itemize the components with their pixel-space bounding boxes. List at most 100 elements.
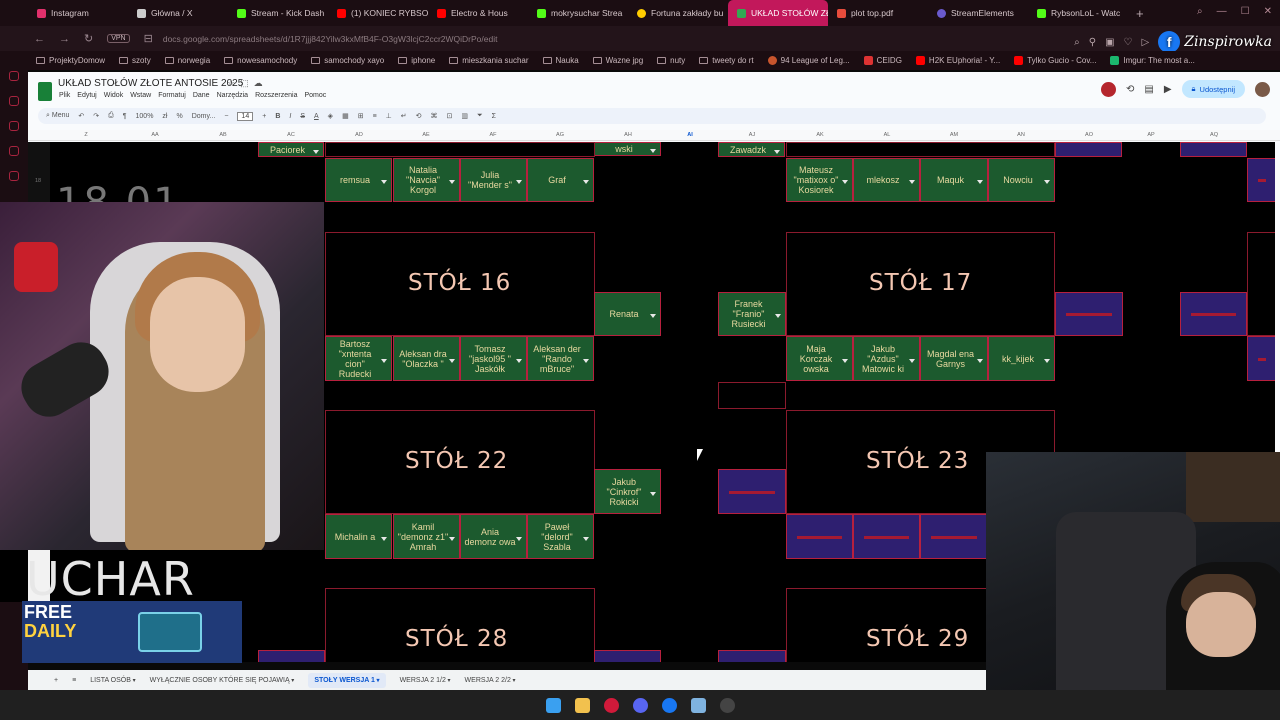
empty-seat[interactable] — [853, 514, 920, 559]
sidebar-app-icon[interactable] — [9, 71, 19, 81]
empty-seat[interactable] — [1055, 142, 1122, 157]
bookmark[interactable]: ProjektyDomow — [36, 56, 105, 65]
fill-color-icon[interactable]: ◈ — [328, 112, 333, 120]
browser-tab-active[interactable]: UKŁAD STOŁÓW ZŁOTE A — [728, 0, 828, 26]
vpn-badge[interactable]: VPN — [107, 34, 130, 43]
redo-icon[interactable]: ↷ — [93, 112, 99, 120]
browser-tab[interactable]: Fortuna zakłady bu — [628, 0, 728, 26]
menu-item[interactable]: Plik — [59, 92, 70, 99]
menu-item[interactable]: Rozszerzenia — [255, 92, 297, 99]
guest-cell[interactable]: Tomasz "jaskol95 " Jaskółk — [460, 336, 527, 381]
history-icon[interactable]: ⟲ — [1126, 84, 1134, 95]
browser-tab[interactable]: plot top.pdf — [828, 0, 928, 26]
bookmark[interactable]: Nauka — [542, 56, 579, 65]
guest-cell[interactable]: Magdal ena Garnys — [920, 336, 988, 381]
guest-cell[interactable]: remsua — [325, 158, 392, 202]
italic-icon[interactable]: I — [289, 113, 291, 120]
guest-cell[interactable]: Zawadzk — [718, 142, 785, 157]
avatar[interactable] — [1101, 81, 1116, 97]
column-header[interactable]: AJ — [749, 132, 755, 138]
new-tab-button[interactable]: + — [1128, 6, 1152, 21]
align-icon[interactable]: ≡ — [373, 113, 377, 120]
guest-cell[interactable]: Kamil "demonz z1" Amrah — [393, 514, 460, 559]
font-size-input[interactable]: 14 — [237, 111, 254, 121]
guest-cell[interactable]: Nowciu — [988, 158, 1055, 202]
comment-add-icon[interactable]: ⊡ — [447, 112, 453, 120]
guest-cell[interactable]: Natalia "Navcia" Korgol — [393, 158, 460, 202]
menu-item[interactable]: Widok — [104, 92, 123, 99]
snapshot-icon[interactable]: ▣ — [1105, 37, 1114, 48]
file-explorer-icon[interactable] — [574, 697, 590, 713]
browser-tab[interactable]: (1) KONIEC RYBSOI — [328, 0, 428, 26]
guest-cell[interactable]: Julia "Mender s" — [460, 158, 527, 202]
menu-item[interactable]: Pomoc — [305, 92, 327, 99]
chart-icon[interactable]: ▥ — [461, 112, 468, 120]
column-header[interactable]: AC — [287, 132, 295, 138]
empty-seat[interactable] — [920, 514, 988, 559]
user-avatar[interactable] — [1255, 81, 1270, 97]
font-select[interactable]: Domy... — [192, 113, 216, 120]
bookmark[interactable]: Wazne jpg — [592, 56, 643, 65]
browser-tab[interactable]: Instagram — [28, 0, 128, 26]
paint-format-icon[interactable]: ¶ — [123, 113, 127, 120]
menu-item[interactable]: Edytuj — [77, 92, 96, 99]
column-header[interactable]: AH — [624, 132, 632, 138]
search-tabs-icon[interactable]: ⌕ — [1197, 6, 1203, 17]
column-header[interactable]: AA — [151, 132, 158, 138]
cloud-icon[interactable]: ☁ — [254, 78, 268, 88]
column-header[interactable]: AN — [1017, 132, 1025, 138]
column-header[interactable]: AF — [489, 132, 496, 138]
bookmark[interactable]: samochody xayo — [311, 56, 384, 65]
sheet-tab[interactable]: WYŁĄCZNIE OSOBY KTÓRE SIĘ POJAWIĄ — [150, 677, 295, 684]
add-sheet-icon[interactable]: + — [54, 677, 58, 684]
column-header[interactable]: AM — [950, 132, 958, 138]
print-icon[interactable]: ⎙ — [108, 112, 114, 120]
guest-cell[interactable]: mlekosz — [853, 158, 920, 202]
zoom-icon[interactable]: ⌕ — [1074, 37, 1080, 48]
empty-seat[interactable] — [1247, 158, 1275, 202]
play-icon[interactable]: ▷ — [1142, 37, 1150, 48]
sidebar-app-icon[interactable] — [9, 121, 19, 131]
sheet-tab[interactable]: WERSJA 2 1/2 — [400, 677, 451, 684]
empty-seat[interactable] — [718, 650, 786, 662]
guest-cell[interactable]: Jakub "Cinkrof" Rokicki — [594, 469, 661, 514]
merge-icon[interactable]: ⊞ — [358, 112, 364, 120]
bookmark[interactable]: mieszkania suchar — [449, 56, 529, 65]
guest-cell[interactable]: Graf — [527, 158, 594, 202]
discord-icon[interactable] — [632, 697, 648, 713]
currency-icon[interactable]: zł — [162, 113, 167, 120]
font-size-increase-icon[interactable]: + — [262, 113, 266, 120]
guest-cell[interactable]: wski — [594, 142, 661, 156]
guest-cell[interactable]: Ania demonz owa — [460, 514, 527, 559]
browser-tab[interactable]: Electro & Hous — [428, 0, 528, 26]
guest-cell[interactable]: Jakub "Azdus" Matowic ki — [853, 336, 920, 381]
bookmark[interactable]: norwegia — [164, 56, 210, 65]
windows-start-icon[interactable] — [545, 697, 561, 713]
bookmark[interactable]: nowesamochody — [224, 56, 297, 65]
strikethrough-icon[interactable]: S — [300, 113, 305, 120]
guest-cell[interactable]: Paweł "delord" Szabla — [527, 514, 594, 559]
guest-cell[interactable]: Bartosz "xntenta cion" Rudecki — [325, 336, 392, 381]
column-header[interactable]: AD — [355, 132, 363, 138]
column-header[interactable]: AQ — [1210, 132, 1218, 138]
sheets-logo-icon[interactable] — [38, 82, 52, 101]
opera-icon[interactable] — [603, 697, 619, 713]
bookmark[interactable]: szoty — [119, 56, 151, 65]
sheet-tab[interactable]: WERSJA 2 2/2 — [465, 677, 516, 684]
browser-tab[interactable]: mokrysuchar Strea — [528, 0, 628, 26]
filter-icon[interactable]: ⏷ — [477, 112, 483, 120]
url-field[interactable]: docs.google.com/spreadsheets/d/1R7jjj842… — [163, 34, 498, 44]
bookmark[interactable]: iphone — [398, 56, 435, 65]
guest-cell[interactable]: Maja Korczak owska — [786, 336, 853, 381]
functions-icon[interactable]: Σ — [492, 113, 496, 120]
browser-tab[interactable]: RybsonLoL - Watc — [1028, 0, 1128, 26]
empty-seat[interactable] — [1247, 336, 1275, 381]
text-color-icon[interactable]: A — [314, 113, 319, 120]
bookmark[interactable]: Imgur: The most a... — [1110, 56, 1195, 65]
bookmark[interactable]: Tylko Gucio - Cov... — [1014, 56, 1096, 65]
site-info-icon[interactable]: ⊟ — [144, 32, 153, 45]
row-header[interactable]: 18 — [35, 178, 41, 184]
guest-cell[interactable]: Michalin a — [325, 514, 392, 559]
empty-seat[interactable] — [786, 514, 853, 559]
maximize-icon[interactable]: ☐ — [1241, 6, 1250, 17]
